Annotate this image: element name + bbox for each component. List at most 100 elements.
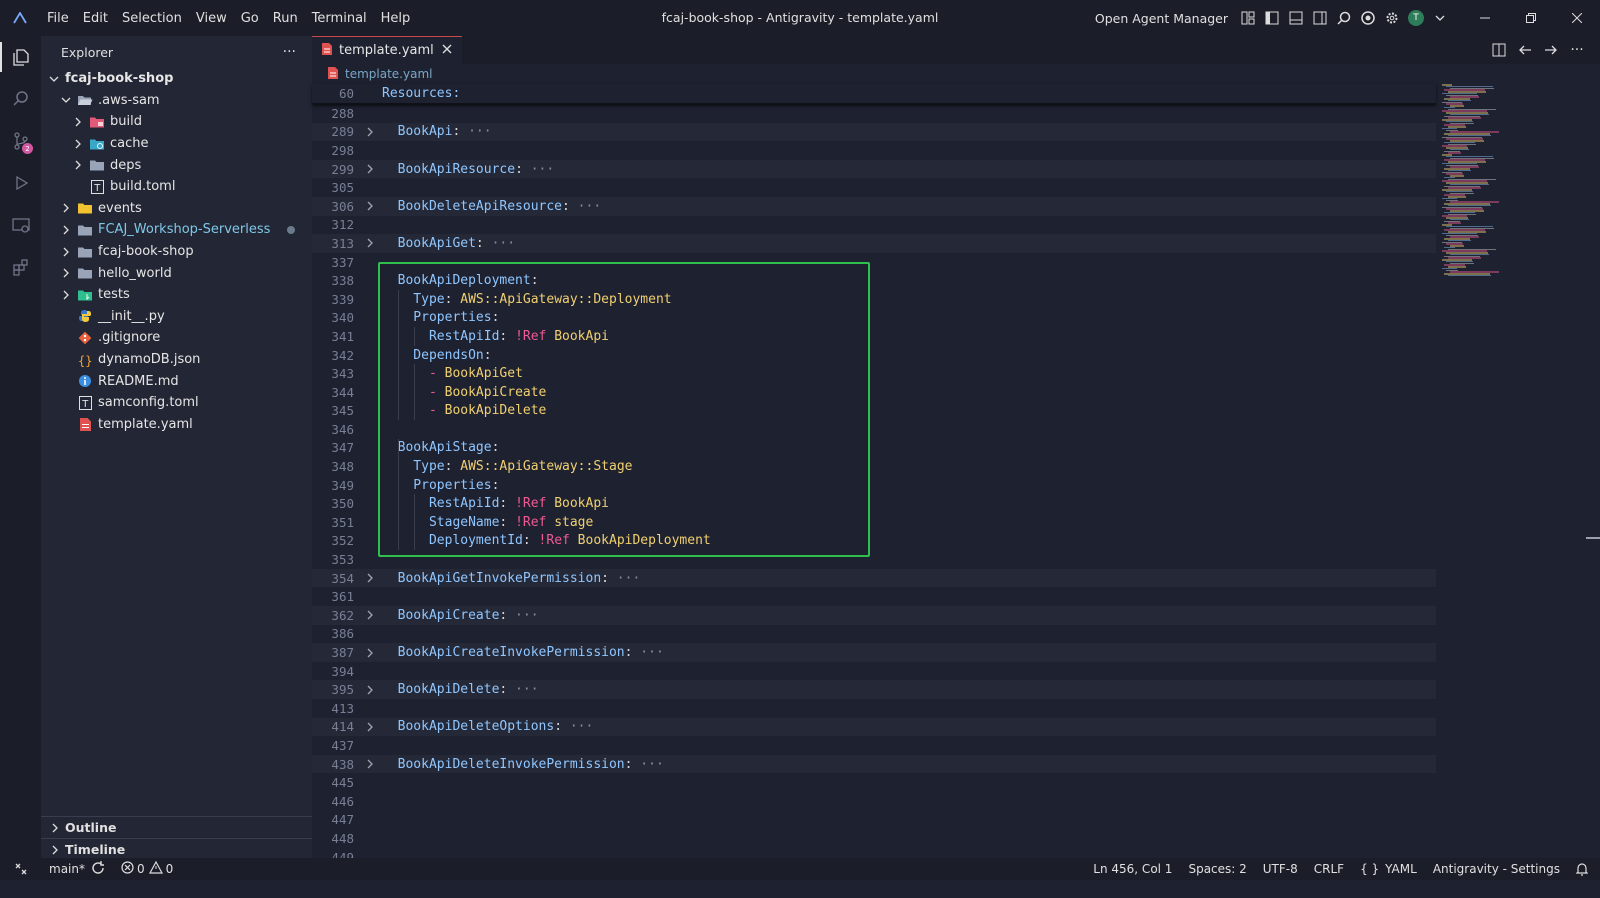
remote-explorer-icon[interactable] [0,204,41,246]
code-line[interactable]: 413 [312,699,1436,718]
tree-item-build[interactable]: build [41,111,312,133]
language-mode[interactable]: { } YAML [1352,862,1425,876]
code-line[interactable]: 414 BookApiDeleteOptions: ··· [312,717,1436,737]
extensions-icon[interactable] [0,246,41,288]
tree-item-fcaj-book-shop[interactable]: fcaj-book-shop [41,241,312,263]
menu-edit[interactable]: Edit [76,11,115,26]
menu-terminal[interactable]: Terminal [305,11,374,26]
code-line[interactable]: 348 Type: AWS::ApiGateway::Stage [312,457,1436,476]
chevron-right-icon[interactable] [59,247,73,257]
fold-chevron-icon[interactable] [358,127,382,137]
fold-chevron-icon[interactable] [358,573,382,583]
code-line[interactable]: 337 [312,253,1436,272]
code-line[interactable]: 306 BookDeleteApiResource: ··· [312,196,1436,216]
code-line[interactable]: 354 BookApiGetInvokePermission: ··· [312,568,1436,588]
search-icon[interactable] [0,78,41,120]
breadcrumb-file[interactable]: template.yaml [345,67,432,81]
tree-item-events[interactable]: events [41,198,312,220]
menu-run[interactable]: Run [266,11,305,26]
arrow-right-icon[interactable] [1538,44,1564,56]
code-line[interactable]: 349 Properties: [312,475,1436,495]
tree-item-fcaj-book-shop[interactable]: fcaj-book-shop [41,68,312,90]
close-icon[interactable] [442,43,452,58]
chevron-right-icon[interactable] [59,225,73,235]
code-line[interactable]: 299 BookApiResource: ··· [312,159,1436,179]
code-line[interactable]: 344 - BookApiCreate [312,382,1436,402]
open-agent-manager-button[interactable]: Open Agent Manager [1095,11,1228,26]
fold-chevron-icon[interactable] [358,685,382,695]
tree-item-template-yaml[interactable]: template.yaml [41,414,312,436]
code-line[interactable]: 394 [312,662,1436,681]
source-control-icon[interactable]: 2 [0,120,41,162]
breadcrumb[interactable]: template.yaml [312,64,1600,84]
code-line[interactable]: 445 [312,773,1436,792]
toggle-secondary-sidebar-icon[interactable] [1308,6,1332,30]
chevron-down-icon[interactable] [59,96,73,104]
chevron-right-icon[interactable] [59,290,73,300]
explorer-more-button[interactable]: ··· [283,44,296,60]
timeline-panel[interactable]: Timeline [41,838,312,860]
code-line[interactable]: 342 DependsOn: [312,345,1436,365]
sync-icon[interactable] [91,860,105,878]
chevron-down-icon[interactable] [1428,6,1452,30]
code-lines[interactable]: 288 289 BookApi: ··· 298 299 BookApiResourc… [312,104,1436,866]
chevron-right-icon[interactable] [71,117,85,127]
cursor-position[interactable]: Ln 456, Col 1 [1085,862,1180,876]
problems-indicator[interactable]: 0 0 [113,860,181,877]
menu-file[interactable]: File [40,11,76,26]
code-line[interactable]: 361 [312,587,1436,606]
fold-chevron-icon[interactable] [358,648,382,658]
tree-item-samconfig-toml[interactable]: Tsamconfig.toml [41,392,312,414]
code-line[interactable]: 387 BookApiCreateInvokePermission: ··· [312,643,1436,662]
code-line[interactable]: 313 BookApiGet: ··· [312,234,1436,253]
encoding[interactable]: UTF-8 [1255,862,1306,876]
menu-help[interactable]: Help [374,11,418,26]
bell-icon[interactable] [1568,862,1600,876]
fold-chevron-icon[interactable] [358,610,382,620]
fold-chevron-icon[interactable] [358,759,382,769]
tree-item-init-py[interactable]: __init__.py [41,306,312,328]
code-line[interactable]: 347 BookApiStage: [312,438,1436,458]
remote-indicator-icon[interactable] [0,862,41,876]
outline-panel[interactable]: Outline [41,816,312,838]
code-line[interactable]: 362 BookApiCreate: ··· [312,606,1436,625]
code-line[interactable]: 447 [312,811,1436,830]
tree-item-tests[interactable]: tests [41,284,312,306]
tree-item-readme-md[interactable]: README.md [41,370,312,392]
code-line[interactable]: 345 - BookApiDelete [312,401,1436,421]
search-icon[interactable] [1332,6,1356,30]
menu-go[interactable]: Go [234,11,266,26]
code-line[interactable]: 438 BookApiDeleteInvokePermission: ··· [312,754,1436,774]
chevron-down-icon[interactable] [47,75,61,83]
fold-chevron-icon[interactable] [358,238,382,248]
code-line[interactable]: 437 [312,736,1436,755]
code-line[interactable]: 448 [312,829,1436,848]
tree-item-build-toml[interactable]: Tbuild.toml [41,176,312,198]
code-line[interactable]: 352 DeploymentId: !Ref BookApiDeployment [312,531,1436,551]
chevron-right-icon[interactable] [59,268,73,278]
fold-chevron-icon[interactable] [358,201,382,211]
tab-template-yaml[interactable]: template.yaml [312,36,462,64]
toggle-panel-icon[interactable] [1284,6,1308,30]
chevron-right-icon[interactable] [71,160,85,170]
code-line[interactable]: 312 [312,216,1436,235]
minimize-button[interactable] [1462,0,1508,36]
tree-item-fcaj-workshop-serverless[interactable]: FCAJ_Workshop-Serverless [41,219,312,241]
end-of-line[interactable]: CRLF [1306,862,1352,876]
gear-icon[interactable] [1380,6,1404,30]
fold-chevron-icon[interactable] [358,722,382,732]
customize-layout-icon[interactable] [1236,6,1260,30]
code-line[interactable]: 446 [312,792,1436,811]
arrow-left-icon[interactable] [1512,44,1538,56]
code-line[interactable]: 395 BookApiDelete: ··· [312,680,1436,699]
code-line[interactable]: 351 StageName: !Ref stage [312,513,1436,532]
code-line[interactable]: 386 [312,625,1436,644]
code-line[interactable]: 341 RestApiId: !Ref BookApi [312,327,1436,346]
menu-selection[interactable]: Selection [115,11,189,26]
code-line[interactable]: 298 [312,141,1436,160]
code-line[interactable]: 340 Properties: [312,308,1436,328]
fold-chevron-icon[interactable] [358,164,382,174]
scrollbar-position-marker[interactable] [1586,537,1600,539]
code-line[interactable]: 338 BookApiDeployment: [312,271,1436,290]
chrome-icon[interactable] [1356,6,1380,30]
